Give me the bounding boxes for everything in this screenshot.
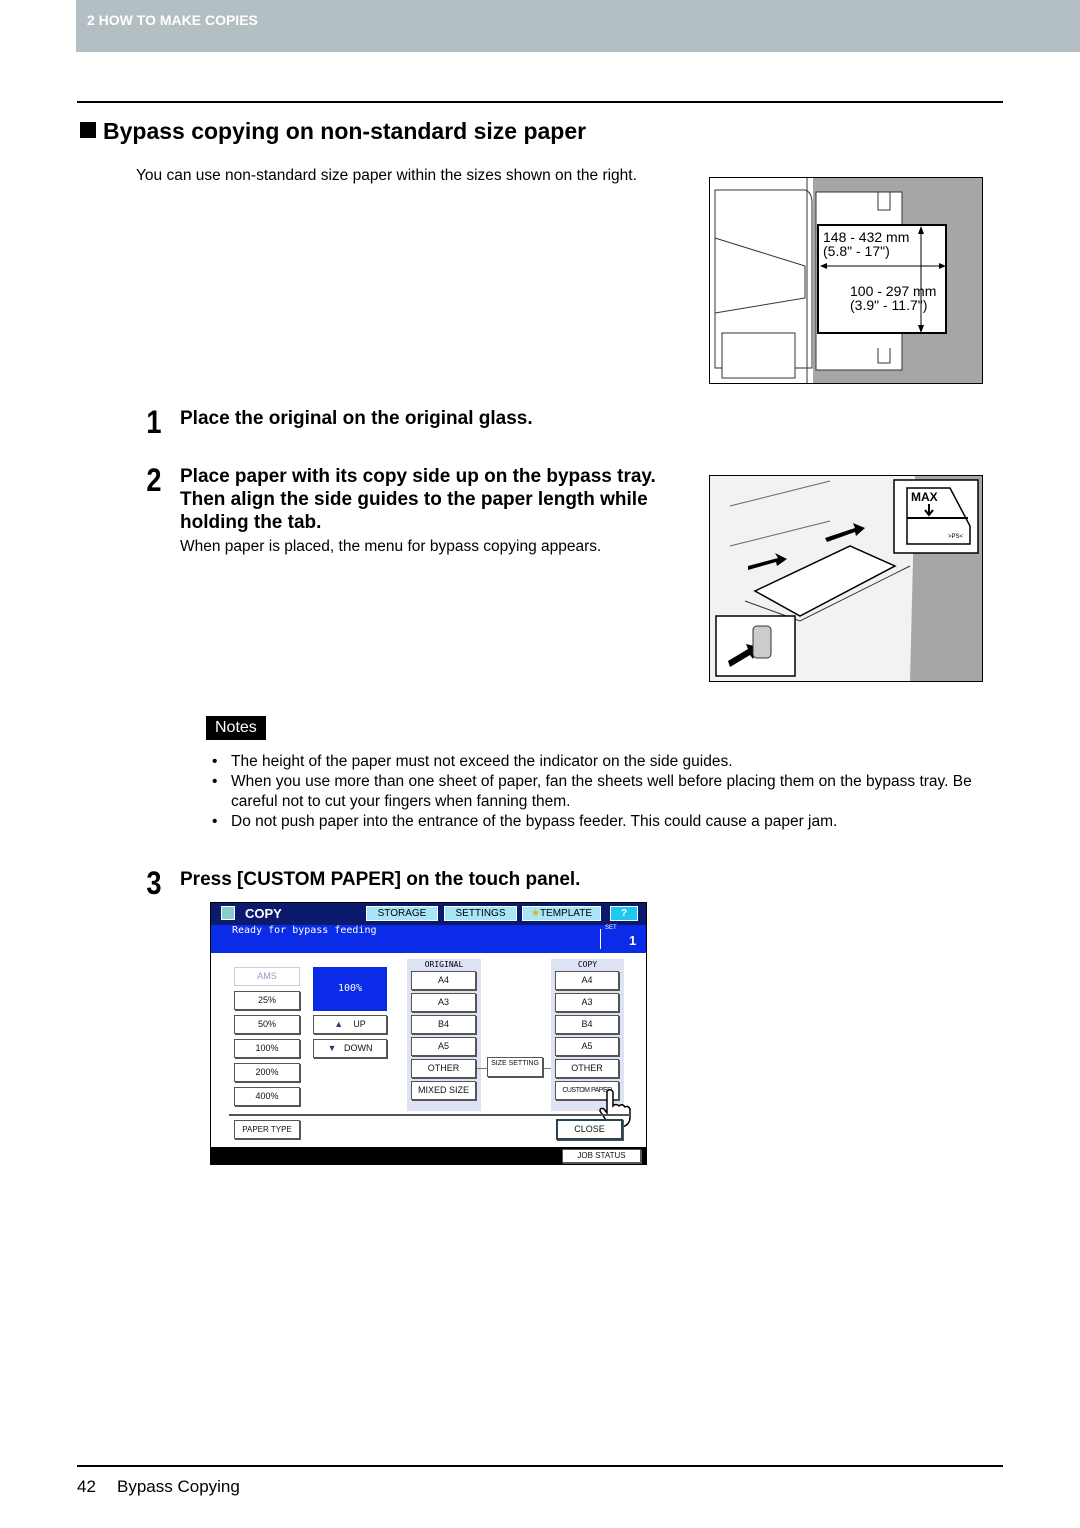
original-label: ORIGINAL [424, 960, 464, 969]
copy-b4-button[interactable]: B4 [555, 1015, 619, 1034]
touch-panel-screenshot: COPY STORAGE SETTINGS ★TEMPLATE ? Ready … [210, 902, 647, 1165]
divider [77, 101, 1003, 103]
note-item: The height of the paper must not exceed … [212, 752, 1007, 772]
zoom-25-button[interactable]: 25% [234, 991, 300, 1010]
copy-a3-button[interactable]: A3 [555, 993, 619, 1012]
chapter-header: 2 HOW TO MAKE COPIES [76, 0, 1080, 52]
panel-title: COPY [245, 906, 282, 921]
bypass-tray-illustration: MAX >PS< [709, 475, 983, 682]
zoom-400-button[interactable]: 400% [234, 1087, 300, 1106]
job-status-button[interactable]: JOB STATUS [562, 1149, 641, 1163]
copy-a5-button[interactable]: A5 [555, 1037, 619, 1056]
note-item: When you use more than one sheet of pape… [212, 772, 1007, 812]
mixed-size-button[interactable]: MIXED SIZE [411, 1081, 476, 1100]
copy-other-button[interactable]: OTHER [555, 1059, 619, 1078]
step-text: When paper is placed, the menu for bypas… [180, 538, 602, 555]
footer-title: Bypass Copying [117, 1477, 240, 1496]
length-inch-label: (5.8" - 17") [823, 243, 890, 259]
intro-text: You can use non-standard size paper with… [136, 167, 637, 184]
zoom-50-button[interactable]: 50% [234, 1015, 300, 1034]
status-divider [600, 929, 601, 949]
zoom-display: 100% [313, 967, 387, 1011]
step-number: 2 [146, 462, 162, 498]
section-title: Bypass copying on non-standard size pape… [80, 118, 586, 145]
tab-storage[interactable]: STORAGE [366, 906, 438, 921]
copy-icon [221, 906, 235, 920]
notes-list: The height of the paper must not exceed … [212, 752, 1007, 832]
original-a4-button[interactable]: A4 [411, 971, 476, 990]
status-message: Ready for bypass feeding [232, 925, 377, 936]
step-number: 3 [146, 865, 162, 901]
paper-type-button[interactable]: PAPER TYPE [234, 1120, 300, 1139]
copy-a4-button[interactable]: A4 [555, 971, 619, 990]
set-count: 1 [629, 933, 637, 948]
up-button[interactable]: ▲ UP [313, 1015, 387, 1034]
copy-label: COPY [577, 960, 598, 969]
width-mm-label: 100 - 297 mm [850, 283, 937, 299]
paper-size-illustration: 148 - 432 mm (5.8" - 17") 100 - 297 mm (… [709, 177, 983, 384]
panel-divider [229, 1114, 631, 1116]
star-icon: ★ [530, 908, 540, 919]
length-mm-label: 148 - 432 mm [823, 229, 910, 245]
help-button[interactable]: ? [610, 906, 638, 921]
close-button[interactable]: CLOSE [556, 1119, 623, 1140]
ps-marker: >PS< [948, 534, 964, 540]
footer-divider [77, 1465, 1003, 1467]
step-heading: Place the original on the original glass… [180, 408, 533, 429]
size-setting-button[interactable]: SIZE SETTING [487, 1057, 543, 1077]
original-a5-button[interactable]: A5 [411, 1037, 476, 1056]
zoom-100-button[interactable]: 100% [234, 1039, 300, 1058]
triangle-up-icon: ▲ [334, 1019, 344, 1029]
square-bullet-icon [80, 122, 96, 138]
note-item: Do not push paper into the entrance of t… [212, 812, 1007, 832]
tab-settings[interactable]: SETTINGS [444, 906, 517, 921]
original-other-button[interactable]: OTHER [411, 1059, 476, 1078]
section-title-text: Bypass copying on non-standard size pape… [103, 118, 587, 144]
triangle-down-icon: ▼ [327, 1043, 337, 1053]
step-heading: Place paper with its copy side up on the… [180, 466, 656, 533]
notes-label: Notes [206, 716, 266, 740]
set-label: SET [605, 925, 617, 931]
down-button[interactable]: ▼ DOWN [313, 1039, 387, 1058]
zoom-200-button[interactable]: 200% [234, 1063, 300, 1082]
original-a3-button[interactable]: A3 [411, 993, 476, 1012]
width-inch-label: (3.9" - 11.7") [850, 297, 928, 313]
step-number: 1 [146, 404, 162, 440]
step-heading: Press [CUSTOM PAPER] on the touch panel. [180, 869, 581, 890]
page-number: 42 [77, 1477, 96, 1496]
original-b4-button[interactable]: B4 [411, 1015, 476, 1034]
tab-template[interactable]: ★TEMPLATE [522, 906, 601, 921]
ams-button[interactable]: AMS [234, 967, 300, 986]
max-label: MAX [911, 490, 938, 504]
